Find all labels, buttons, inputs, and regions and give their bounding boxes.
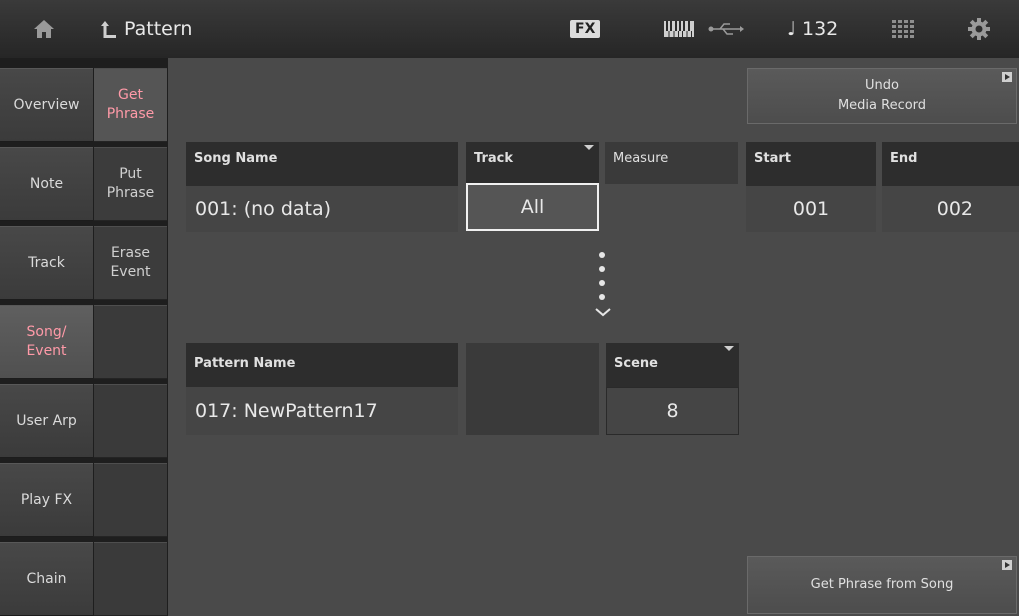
tab-overview[interactable]: Overview	[0, 68, 93, 142]
undo-media-record-label: Undo Media Record	[837, 78, 927, 113]
home-icon	[34, 20, 54, 38]
end-header: End	[882, 142, 1019, 186]
tempo-display[interactable]: ♩ 132	[787, 0, 838, 58]
return-arrow-icon	[101, 21, 116, 38]
track-header: Track	[466, 142, 599, 184]
grid-icon	[892, 20, 914, 38]
tab-user-arp-label: User Arp	[16, 412, 77, 429]
play-arrow-icon	[1002, 560, 1012, 570]
subtab-empty	[94, 542, 167, 616]
tab-user-arp[interactable]: User Arp	[0, 384, 93, 458]
pattern-name-field[interactable]: 017: NewPattern17	[186, 387, 458, 435]
chevron-down-icon	[595, 308, 611, 317]
flow-dot	[599, 266, 605, 272]
tab-track-label: Track	[28, 254, 65, 271]
home-button[interactable]	[14, 0, 74, 58]
flow-dot	[599, 294, 605, 300]
top-bar: Pattern FX ♩ 132	[0, 0, 1019, 58]
flow-dot	[599, 280, 605, 286]
subtab-empty	[94, 463, 167, 537]
tab-note[interactable]: Note	[0, 147, 93, 221]
track-field[interactable]: All	[466, 183, 599, 231]
gear-icon	[968, 18, 990, 40]
fx-indicator[interactable]: FX	[570, 0, 601, 58]
song-name-field[interactable]: 001: (no data)	[186, 186, 458, 232]
tab-song-event-label: Song/ Event	[26, 324, 67, 359]
start-header: Start	[746, 142, 876, 186]
subtab-erase-event-label: Erase Event	[110, 245, 151, 280]
fx-badge: FX	[570, 20, 601, 38]
subtab-put-phrase-label: Put Phrase	[106, 166, 155, 201]
start-field[interactable]: 001	[746, 186, 876, 232]
tab-note-label: Note	[29, 175, 64, 192]
subtab-get-phrase[interactable]: Get Phrase	[94, 68, 167, 142]
get-phrase-from-song-button[interactable]: Get Phrase from Song	[747, 556, 1017, 614]
tab-track[interactable]: Track	[0, 226, 93, 300]
page-title: Pattern	[124, 18, 193, 40]
tab-play-fx-label: Play FX	[20, 491, 73, 508]
scene-field[interactable]: 8	[606, 387, 739, 435]
subtab-get-phrase-label: Get Phrase	[106, 87, 155, 122]
play-arrow-icon	[1002, 72, 1012, 82]
tab-song-event[interactable]: Song/ Event	[0, 305, 93, 379]
subtab-empty	[94, 305, 167, 379]
subtab-empty	[94, 384, 167, 458]
usb-icon	[708, 0, 744, 58]
undo-media-record-button[interactable]: Undo Media Record	[747, 68, 1017, 124]
end-field[interactable]: 002	[882, 186, 1019, 232]
dropdown-corner-icon	[724, 346, 734, 351]
scene-header: Scene	[606, 343, 739, 387]
flow-dot	[599, 252, 605, 258]
back-button[interactable]	[100, 0, 118, 58]
settings-button[interactable]	[968, 0, 990, 58]
measure-header: Measure	[605, 142, 738, 184]
tab-play-fx[interactable]: Play FX	[0, 463, 93, 537]
tab-chain[interactable]: Chain	[0, 542, 93, 616]
subtab-erase-event[interactable]: Erase Event	[94, 226, 167, 300]
keyboard-icon	[664, 0, 694, 58]
subtab-put-phrase[interactable]: Put Phrase	[94, 147, 167, 221]
song-name-header: Song Name	[186, 142, 458, 186]
dropdown-corner-icon	[584, 145, 594, 150]
quick-access-button[interactable]	[892, 0, 914, 58]
tab-chain-label: Chain	[26, 570, 67, 587]
tab-overview-label: Overview	[13, 96, 80, 113]
pattern-name-header: Pattern Name	[186, 343, 458, 387]
get-phrase-from-song-label: Get Phrase from Song	[810, 577, 954, 592]
empty-cell	[466, 343, 599, 435]
